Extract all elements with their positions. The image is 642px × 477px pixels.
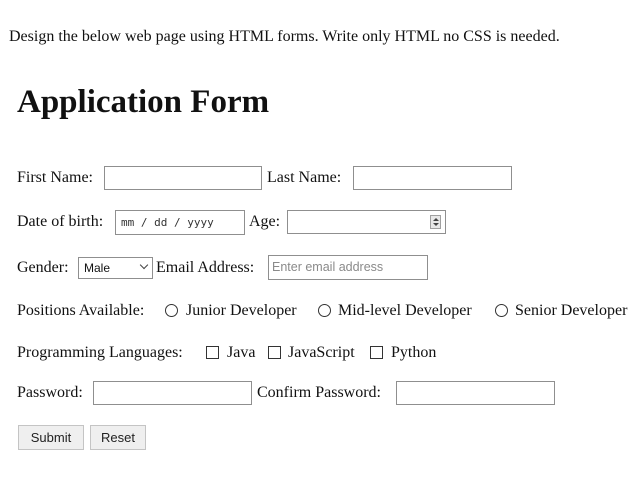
age-number-input[interactable] [287,210,446,234]
gender-selected-value: Male [84,261,111,275]
languages-label: Programming Languages: [17,344,183,361]
positions-label: Positions Available: [17,302,145,319]
email-input[interactable]: Enter email address [268,255,428,280]
first-name-input[interactable] [104,166,262,190]
radio-junior-developer-label: Junior Developer [186,302,297,319]
dob-label: Date of birth: [17,213,104,230]
password-label: Password: [17,384,83,401]
radio-senior-developer-label: Senior Developer [515,302,628,319]
checkbox-javascript-label: JavaScript [288,344,355,361]
instruction-text: Design the below web page using HTML for… [9,28,560,45]
spinner-icon[interactable] [430,215,441,229]
gender-label: Gender: [17,259,69,276]
confirm-password-input[interactable] [396,381,555,405]
confirm-password-label: Confirm Password: [257,384,381,401]
spinner-up-icon[interactable] [433,218,439,221]
last-name-input[interactable] [353,166,512,190]
chevron-down-icon [139,260,149,270]
checkbox-javascript[interactable] [268,346,281,359]
checkbox-python-label: Python [391,344,437,361]
last-name-label: Last Name: [267,169,342,186]
password-input[interactable] [93,381,252,405]
gender-select[interactable]: Male [78,257,153,279]
page-title: Application Form [17,84,270,120]
dob-date-input[interactable]: mm / dd / yyyy [115,210,245,235]
checkbox-python[interactable] [370,346,383,359]
age-label: Age: [249,213,281,230]
first-name-label: First Name: [17,169,93,186]
spinner-down-icon[interactable] [433,223,439,226]
radio-junior-developer[interactable] [165,304,178,317]
radio-mid-level-developer[interactable] [318,304,331,317]
radio-mid-level-developer-label: Mid-level Developer [338,302,472,319]
email-label: Email Address: [156,259,255,276]
submit-button[interactable]: Submit [18,425,84,450]
checkbox-java[interactable] [206,346,219,359]
radio-senior-developer[interactable] [495,304,508,317]
checkbox-java-label: Java [227,344,256,361]
reset-button[interactable]: Reset [90,425,146,450]
